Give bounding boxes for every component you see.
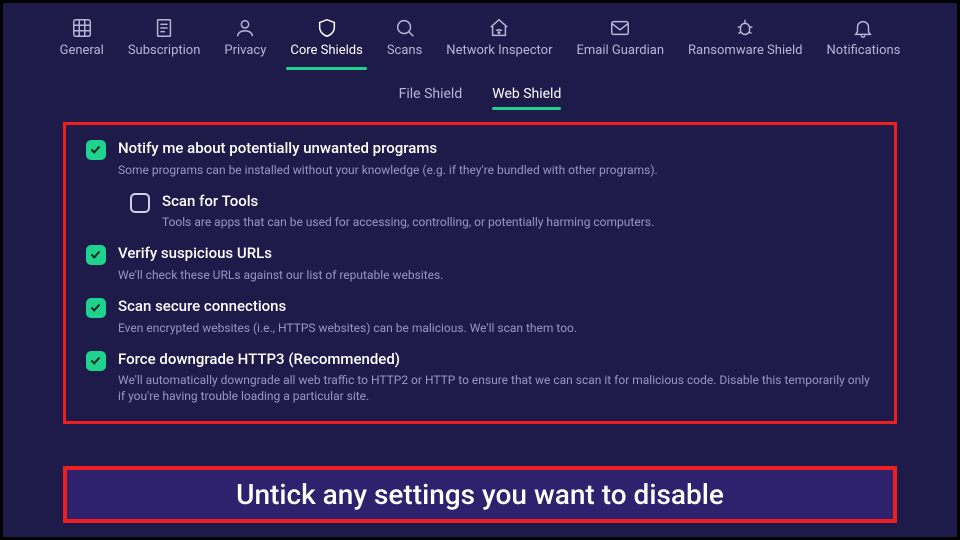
- options-panel-highlight: Notify me about potentially unwanted pro…: [63, 122, 897, 424]
- bug-icon: [734, 17, 756, 39]
- option-body: Scan secure connections Even encrypted w…: [118, 297, 874, 336]
- option-title: Notify me about potentially unwanted pro…: [118, 139, 874, 159]
- tab-file-shield[interactable]: File Shield: [399, 86, 463, 110]
- nav-label: Notifications: [827, 43, 901, 58]
- option-body: Force downgrade HTTP3 (Recommended) We'l…: [118, 350, 874, 405]
- tab-web-shield[interactable]: Web Shield: [492, 86, 561, 110]
- check-icon: [89, 248, 103, 262]
- nav-label: Core Shields: [290, 43, 362, 58]
- option-body: Notify me about potentially unwanted pro…: [118, 139, 874, 178]
- check-icon: [89, 143, 103, 157]
- receipt-icon: [153, 17, 175, 39]
- checkbox-force-http3[interactable]: [86, 351, 106, 371]
- search-icon: [394, 17, 416, 39]
- checkbox-notify-pup[interactable]: [86, 140, 106, 160]
- nav-item-core-shields[interactable]: Core Shields: [282, 15, 370, 68]
- nav-label: Scans: [387, 43, 422, 58]
- user-icon: [234, 17, 256, 39]
- option-desc: Tools are apps that can be used for acce…: [162, 214, 874, 230]
- nav-label: Privacy: [224, 43, 266, 58]
- nav-label: General: [60, 43, 104, 58]
- instruction-callout: Untick any settings you want to disable: [63, 466, 897, 523]
- option-desc: Even encrypted websites (i.e., HTTPS web…: [118, 320, 874, 336]
- nav-item-subscription[interactable]: Subscription: [120, 15, 209, 68]
- option-title: Force downgrade HTTP3 (Recommended): [118, 350, 874, 370]
- nav-item-scans[interactable]: Scans: [379, 15, 430, 68]
- checkbox-verify-urls[interactable]: [86, 245, 106, 265]
- home-wifi-icon: [488, 17, 510, 39]
- nav-item-privacy[interactable]: Privacy: [216, 15, 274, 68]
- option-notify-pup: Notify me about potentially unwanted pro…: [86, 139, 874, 178]
- check-icon: [89, 301, 103, 315]
- nav-label: Ransomware Shield: [688, 43, 802, 58]
- check-icon: [89, 354, 103, 368]
- option-force-http3: Force downgrade HTTP3 (Recommended) We'l…: [86, 350, 874, 405]
- option-title: Verify suspicious URLs: [118, 244, 874, 264]
- shield-icon: [316, 17, 338, 39]
- mail-icon: [609, 17, 631, 39]
- nav-item-ransomware-shield[interactable]: Ransomware Shield: [680, 15, 810, 68]
- option-scan-secure: Scan secure connections Even encrypted w…: [86, 297, 874, 336]
- subtabs: File Shield Web Shield: [3, 86, 957, 110]
- option-body: Verify suspicious URLs We'll check these…: [118, 244, 874, 283]
- nav-item-notifications[interactable]: Notifications: [819, 15, 909, 68]
- nav-item-email-guardian[interactable]: Email Guardian: [569, 15, 673, 68]
- nav-item-general[interactable]: General: [52, 15, 112, 68]
- nav-label: Subscription: [128, 43, 201, 58]
- option-desc: We'll automatically downgrade all web tr…: [118, 372, 874, 404]
- bell-icon: [852, 17, 874, 39]
- option-body: Scan for Tools Tools are apps that can b…: [162, 192, 874, 231]
- option-scan-tools: Scan for Tools Tools are apps that can b…: [130, 192, 874, 231]
- grid-icon: [71, 17, 93, 39]
- checkbox-scan-secure[interactable]: [86, 298, 106, 318]
- checkbox-scan-tools[interactable]: [130, 193, 150, 213]
- option-title: Scan for Tools: [162, 192, 874, 212]
- option-verify-urls: Verify suspicious URLs We'll check these…: [86, 244, 874, 283]
- option-desc: Some programs can be installed without y…: [118, 162, 874, 178]
- option-desc: We'll check these URLs against our list …: [118, 267, 874, 283]
- nav-label: Network Inspector: [446, 43, 552, 58]
- nav-label: Email Guardian: [577, 43, 665, 58]
- top-nav: General Subscription Privacy Core Shields Sc…: [3, 3, 957, 68]
- nav-item-network-inspector[interactable]: Network Inspector: [438, 15, 560, 68]
- option-title: Scan secure connections: [118, 297, 874, 317]
